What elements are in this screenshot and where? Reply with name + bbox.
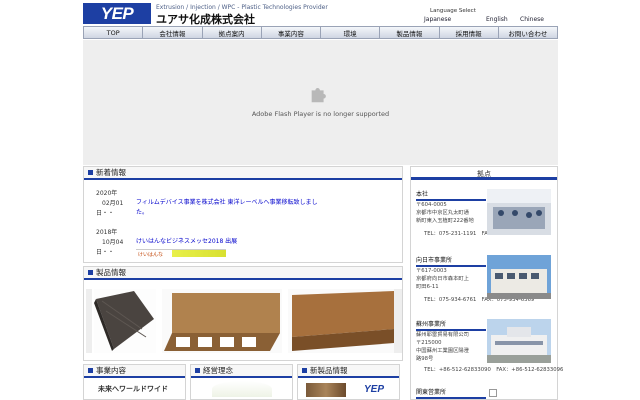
square-bullet-icon	[88, 270, 93, 275]
plugin-icon	[311, 88, 326, 103]
office-photo-suzhou[interactable]	[487, 319, 551, 363]
product-image-dark-deck[interactable]	[94, 289, 156, 353]
main-nav: TOP 会社情報 拠点案内 事業内容 環境 製品情報 採用情報 お問い合わせ	[83, 26, 558, 39]
news-date-suffix: 日・・	[96, 210, 115, 217]
business-header: 事業内容	[84, 365, 185, 378]
news-text-line2[interactable]: た。	[136, 208, 396, 218]
news-date-block: 2018年 10月04 日・・	[96, 228, 123, 258]
lang-chinese-link[interactable]: Chinese	[520, 16, 544, 23]
banner-text: けいはんな	[138, 252, 164, 258]
products-section: 製品情報	[83, 266, 403, 361]
products-title: 製品情報	[96, 268, 126, 277]
square-bullet-icon	[195, 368, 200, 373]
nav-recruit[interactable]: 採用情報	[440, 27, 499, 38]
nav-locations[interactable]: 拠点案内	[203, 27, 262, 38]
office-name[interactable]: 関東営業所	[416, 387, 486, 399]
news-title: 新着情報	[96, 168, 126, 177]
company-name: ユアサ化成株式会社	[156, 13, 255, 26]
nav-company[interactable]: 会社情報	[143, 27, 203, 38]
philosophy-title: 経営理念	[203, 366, 233, 375]
news-date: 10月04	[102, 239, 124, 246]
nav-contact[interactable]: お問い合わせ	[499, 27, 557, 38]
news-year: 2020年	[96, 190, 118, 197]
square-bullet-icon	[302, 368, 307, 373]
lang-japanese-link[interactable]: Japanese	[424, 16, 451, 23]
office-name[interactable]: 本社	[416, 189, 486, 201]
tagline: Extrusion / Injection / WPC - Plastic Te…	[156, 4, 328, 11]
slider-right-edge	[394, 289, 402, 353]
office-photo-muko[interactable]	[487, 255, 551, 299]
company-logo[interactable]: YEP	[83, 3, 151, 24]
philosophy-header: 経営理念	[191, 365, 292, 378]
new-products-header: 新製品情報	[298, 365, 399, 378]
news-year: 2018年	[96, 229, 118, 236]
broken-image-icon	[489, 389, 497, 397]
office-photo-head[interactable]	[487, 189, 551, 235]
news-text[interactable]: けいはんなビジネスメッセ2018 出展	[136, 237, 237, 247]
product-image-wood-board[interactable]	[288, 289, 394, 353]
nav-products[interactable]: 製品情報	[380, 27, 440, 38]
bases-title: 拠点	[411, 167, 557, 180]
square-bullet-icon	[88, 170, 93, 175]
square-bullet-icon	[88, 368, 93, 373]
new-products-section: 新製品情報 YEP	[297, 364, 400, 400]
new-products-title: 新製品情報	[310, 366, 348, 375]
news-text-line1[interactable]: フィルムデバイス事業を株式会社 東洋レーベルへ事業移転致しまし	[136, 198, 396, 208]
business-caption[interactable]: 未来へワールドワイド	[84, 378, 185, 394]
products-header: 製品情報	[84, 267, 402, 280]
business-section: 事業内容 未来へワールドワイド	[83, 364, 186, 400]
bases-section: 拠点 本社 〒604-0005 京都市中京区丸太町通 新町東入玉植町222番地 …	[410, 166, 564, 400]
language-select-title: Language Select	[430, 8, 476, 14]
nav-top[interactable]: TOP	[84, 27, 144, 38]
office-name[interactable]: 向日市事業所	[416, 255, 486, 267]
office-name[interactable]: 蘇州事業所	[416, 319, 486, 331]
news-header: 新着情報	[84, 167, 402, 180]
philosophy-image[interactable]	[211, 381, 272, 397]
flash-unsupported-message: Adobe Flash Player is no longer supporte…	[251, 110, 390, 118]
news-date-suffix: 日・・	[96, 249, 115, 256]
news-item-link[interactable]: フィルムデバイス事業を株式会社 東洋レーベルへ事業移転致しまし た。	[136, 198, 396, 218]
lang-english-link[interactable]: English	[486, 16, 508, 23]
news-date: 02月01	[102, 200, 124, 207]
news-section: 新着情報 2020年 02月01 日・・ フィルムデバイス事業を株式会社 東洋レ…	[83, 166, 403, 263]
nav-business[interactable]: 事業内容	[262, 27, 321, 38]
slider-left-edge	[86, 289, 92, 353]
office-kanto: 関東営業所	[416, 387, 556, 399]
news-item-link[interactable]: けいはんなビジネスメッセ2018 出展	[136, 237, 237, 247]
office-contact: TEL：+86-512-62833090 FAX：+86-512-6283309…	[424, 367, 564, 373]
new-products-logo[interactable]: YEP	[364, 384, 384, 395]
nav-environment[interactable]: 環境	[321, 27, 381, 38]
news-date-block: 2020年 02月01 日・・	[96, 189, 123, 219]
philosophy-section: 経営理念	[190, 364, 293, 400]
keihanna-banner[interactable]: けいはんな	[136, 249, 226, 258]
business-title: 事業内容	[96, 366, 126, 375]
new-product-image[interactable]	[306, 383, 346, 397]
product-image-wood-deck[interactable]	[162, 289, 282, 353]
